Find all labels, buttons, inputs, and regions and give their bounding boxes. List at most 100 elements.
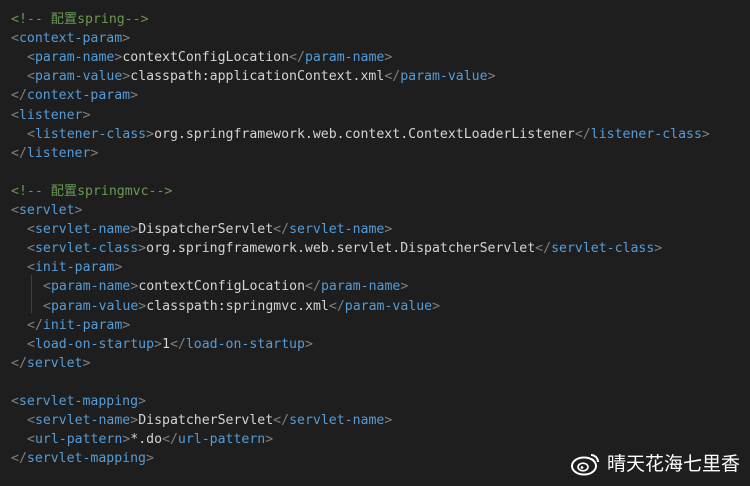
code-line: <param-value>classpath:applicationContex…	[0, 67, 496, 86]
xml-tag-name: servlet-mapping	[26, 451, 146, 467]
watermark: 晴天花海七里香	[570, 449, 740, 476]
angle-bracket: >	[400, 279, 409, 295]
xml-text-value: org.springframework.web.servlet.Dispatch…	[146, 241, 536, 257]
code-comment: <!-- 配置spring-->	[11, 12, 149, 27]
angle-bracket: >	[130, 88, 139, 104]
xml-text-value: classpath:applicationContext.xml	[130, 69, 385, 85]
angle-bracket: <	[27, 222, 35, 238]
weibo-icon	[570, 453, 599, 475]
angle-bracket: >	[701, 126, 710, 142]
angle-bracket: >	[384, 413, 393, 429]
angle-bracket: <	[27, 432, 35, 448]
xml-tag-name: url-pattern	[34, 432, 123, 448]
angle-bracket: >	[82, 355, 91, 371]
xml-text-value: DispatcherServlet	[138, 222, 274, 238]
code-line: </context-param>	[0, 86, 138, 105]
xml-text-value: contextConfigLocation	[138, 279, 306, 295]
code-line: </servlet>	[0, 354, 90, 373]
xml-tag-name: servlet-name	[289, 413, 385, 429]
xml-tag-name: url-pattern	[177, 432, 266, 448]
angle-bracket: </	[169, 336, 186, 352]
angle-bracket: </	[273, 413, 290, 429]
xml-tag-name: servlet-mapping	[18, 394, 139, 409]
angle-bracket: >	[130, 413, 139, 429]
xml-tag-name: servlet	[26, 355, 83, 371]
angle-bracket: </	[11, 88, 27, 104]
xml-tag-name: context-param	[26, 88, 131, 104]
angle-bracket: <	[11, 31, 19, 47]
code-line: <servlet-class>org.springframework.web.s…	[0, 239, 662, 258]
angle-bracket: >	[138, 394, 146, 409]
code-line: <param-name>contextConfigLocation</param…	[0, 277, 408, 296]
code-line: <servlet>	[0, 201, 82, 220]
angle-bracket: >	[114, 260, 123, 276]
angle-bracket: >	[487, 69, 496, 85]
xml-tag-name: servlet-name	[34, 413, 131, 429]
angle-bracket: </	[535, 241, 552, 257]
angle-bracket: >	[304, 336, 313, 352]
xml-tag-name: init-param	[42, 317, 123, 333]
angle-bracket: </	[289, 50, 305, 66]
angle-bracket: <	[27, 241, 35, 257]
code-line: <servlet-name>DispatcherServlet</servlet…	[0, 411, 392, 430]
code-line: <!-- 配置springmvc-->	[0, 182, 172, 201]
code-line: <init-param>	[0, 258, 122, 277]
angle-bracket: >	[432, 298, 441, 314]
angle-bracket: >	[265, 432, 274, 448]
code-line: <param-name>contextConfigLocation</param…	[0, 48, 392, 67]
angle-bracket: </	[11, 145, 27, 161]
angle-bracket: </	[328, 298, 345, 314]
angle-bracket: >	[138, 241, 147, 257]
angle-bracket: <	[11, 203, 19, 218]
code-line: </init-param>	[0, 316, 130, 335]
angle-bracket: <	[27, 69, 35, 85]
code-line: <load-on-startup>1</load-on-startup>	[0, 335, 313, 354]
angle-bracket: </	[11, 451, 27, 467]
xml-tag-name: param-value	[400, 69, 488, 85]
angle-bracket: >	[90, 145, 99, 161]
xml-text-value: org.springframework.web.context.ContextL…	[154, 126, 575, 142]
angle-bracket: <	[27, 126, 35, 142]
angle-bracket: <	[11, 107, 19, 123]
xml-tag-name: listener	[26, 145, 91, 161]
code-editor[interactable]: <!-- 配置spring--> <context-param> <param-na…	[0, 0, 750, 486]
angle-bracket: <	[11, 394, 19, 409]
xml-tag-name: servlet-name	[289, 222, 385, 238]
angle-bracket: <	[43, 298, 51, 314]
angle-bracket: </	[384, 69, 401, 85]
xml-tag-name: init-param	[34, 260, 115, 276]
code-line: <url-pattern>*.do</url-pattern>	[0, 430, 273, 449]
angle-bracket: </	[574, 126, 591, 142]
xml-tag-name: servlet-class	[34, 241, 139, 257]
xml-tag-name: servlet-name	[34, 222, 131, 238]
xml-tag-name: param-name	[304, 50, 385, 66]
xml-text-value: contextConfigLocation	[122, 50, 290, 66]
code-line: <context-param>	[0, 29, 130, 48]
xml-text-value: 1	[162, 336, 170, 352]
angle-bracket: </	[273, 222, 290, 238]
code-line: <listener-class > org.springframework.web.…	[0, 125, 710, 144]
angle-bracket: </	[305, 279, 321, 295]
xml-text-value: DispatcherServlet	[138, 413, 274, 429]
code-line: <param-value>classpath:springmvc.xml</pa…	[0, 297, 440, 316]
angle-bracket: </	[162, 432, 178, 448]
angle-bracket: <	[27, 50, 35, 66]
xml-tag-name: servlet-class	[551, 241, 655, 257]
code-line: <servlet-mapping>	[0, 392, 146, 411]
xml-tag-name: param-name	[320, 279, 401, 295]
xml-text-value: classpath:springmvc.xml	[146, 298, 329, 314]
code-comment: <!-- 配置springmvc-->	[11, 183, 173, 199]
angle-bracket: <	[43, 279, 51, 295]
angle-bracket: </	[11, 355, 27, 371]
xml-tag-name: param-value	[50, 298, 139, 314]
code-line: <!-- 配置spring-->	[0, 10, 149, 29]
angle-bracket: <	[27, 336, 35, 352]
code-line: <servlet-name>DispatcherServlet</servlet…	[0, 220, 392, 239]
angle-bracket: </	[27, 317, 43, 333]
xml-tag-name: param-value	[34, 69, 123, 85]
angle-bracket: >	[74, 203, 83, 218]
angle-bracket: <	[27, 260, 35, 276]
xml-tag-name: listener-class	[34, 126, 147, 142]
angle-bracket: <	[27, 413, 35, 429]
